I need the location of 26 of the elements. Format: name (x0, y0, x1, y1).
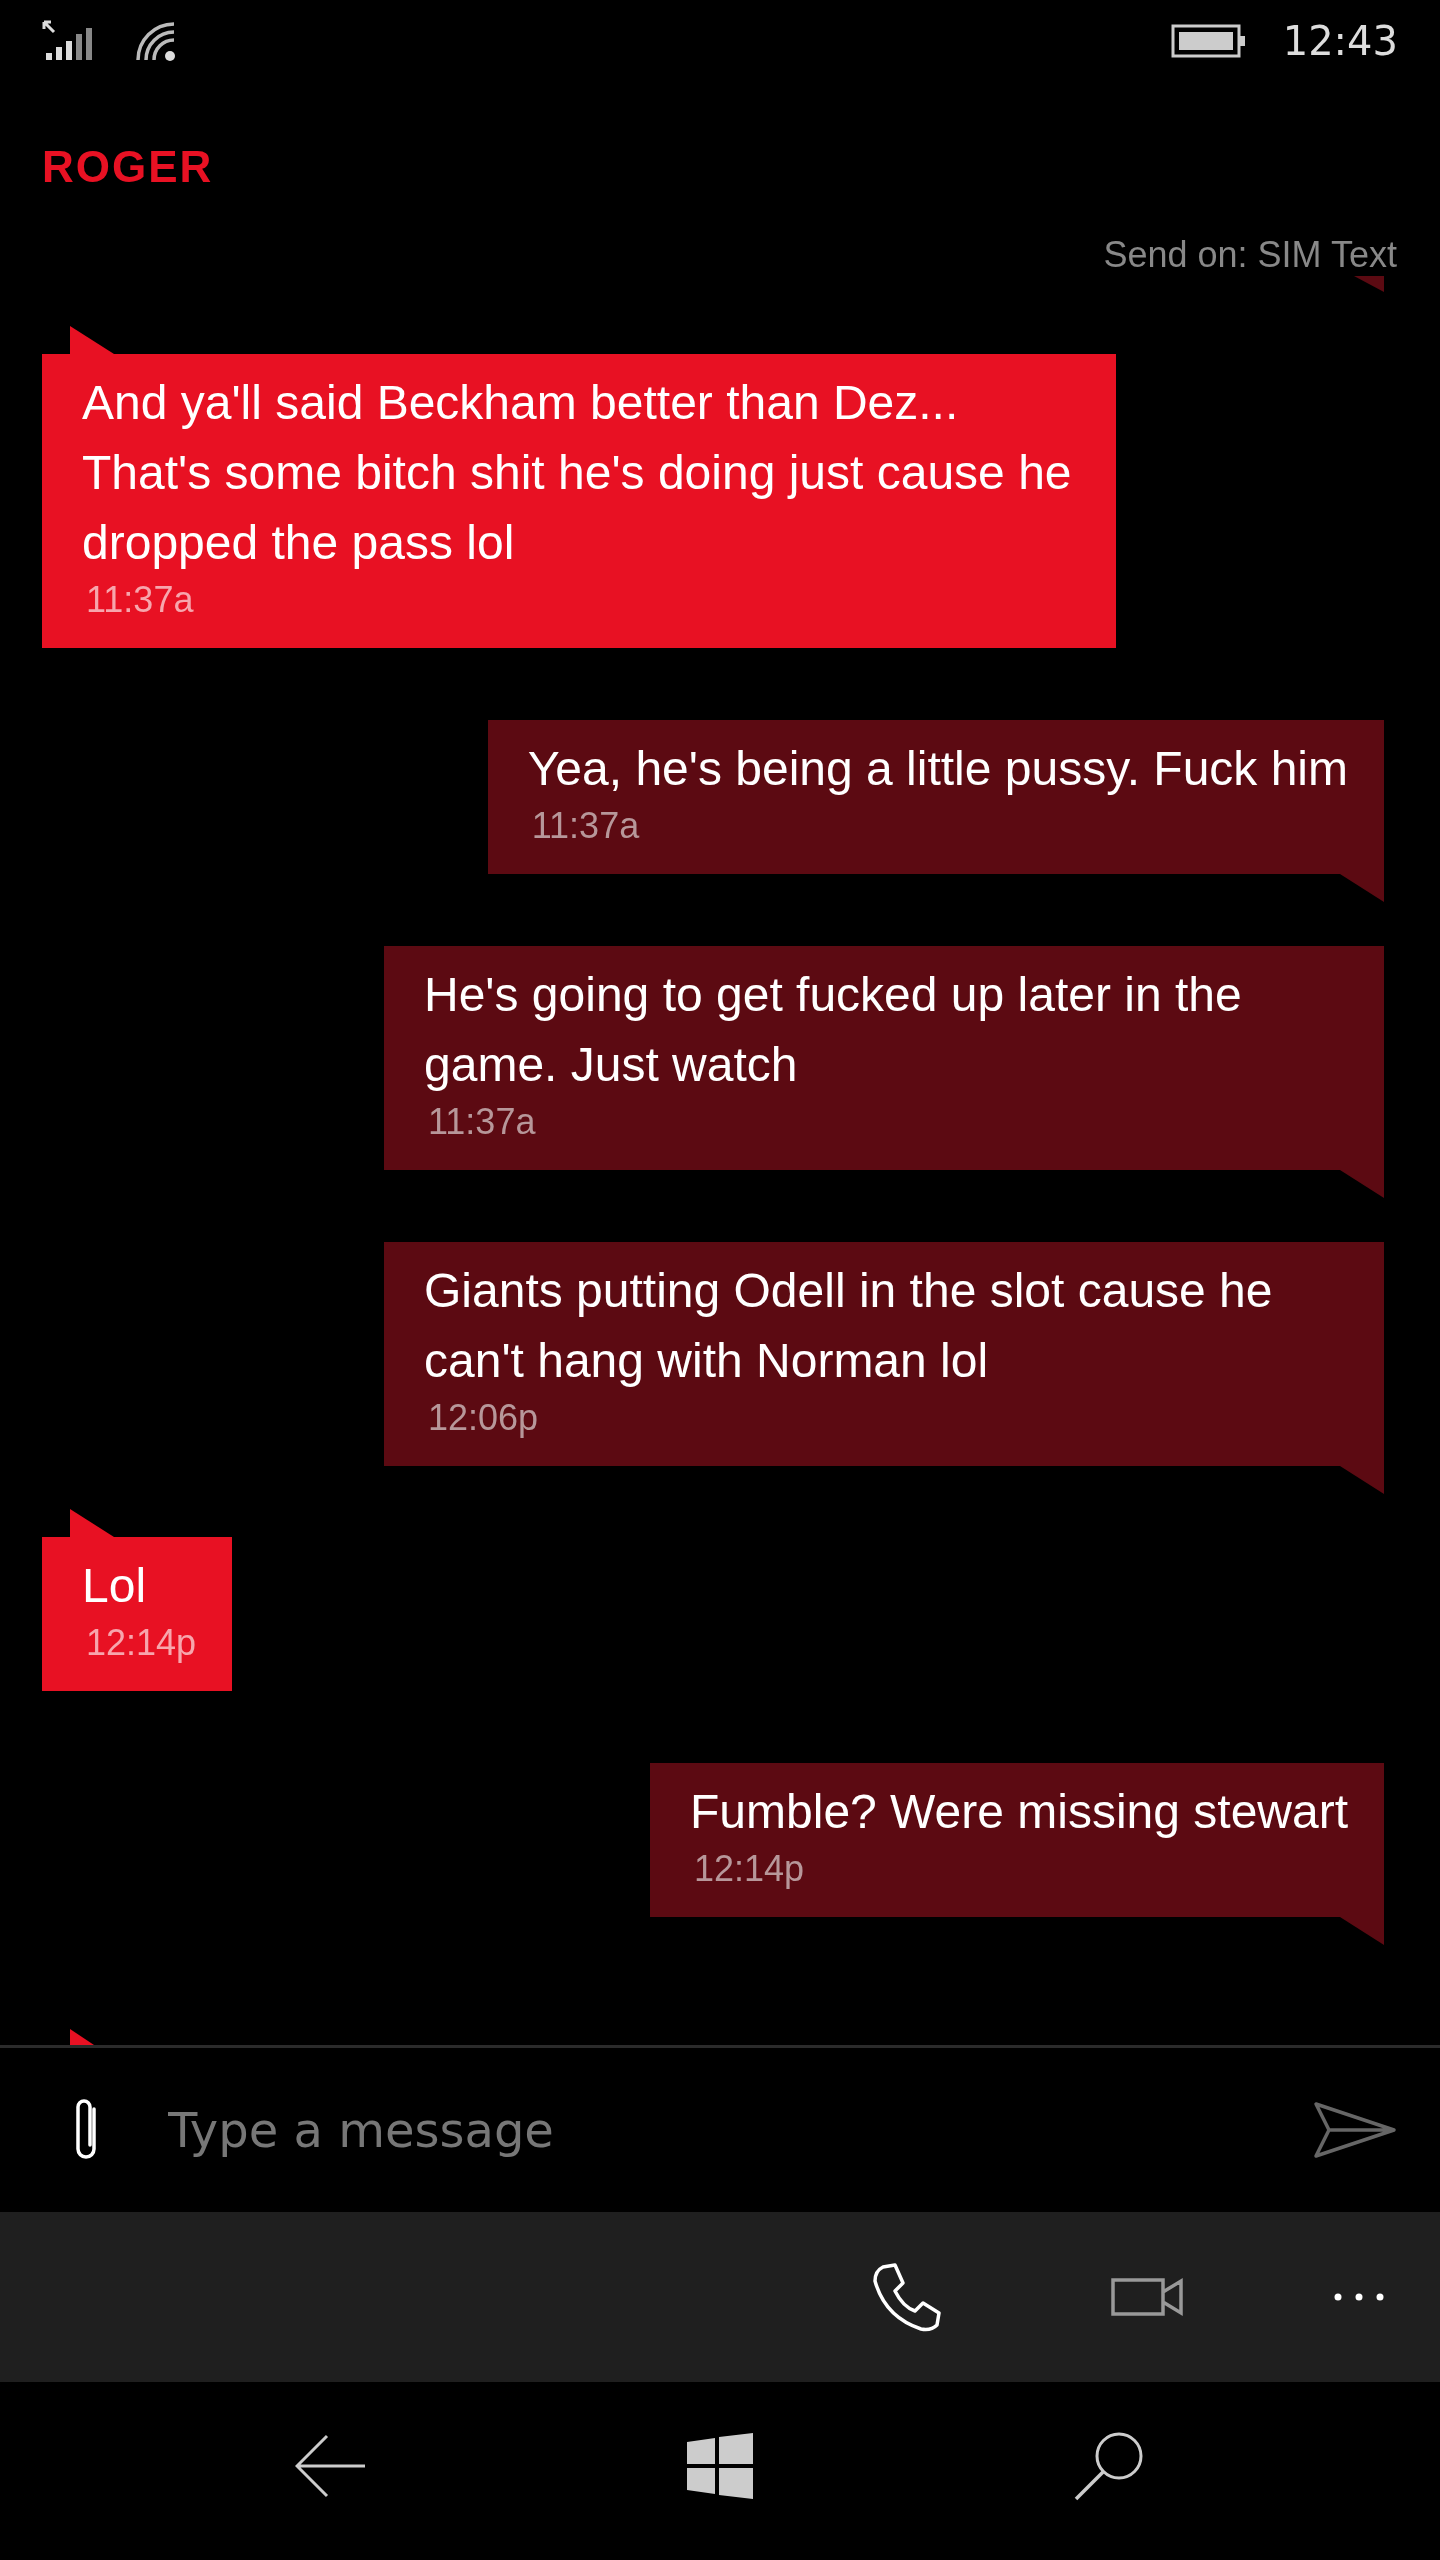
message-text: Fumble? Were missing stewart (690, 1784, 1348, 1840)
message-text: He's going to get fucked up later in the game. Just watch (424, 967, 1243, 1093)
windows-logo-icon[interactable] (687, 2433, 753, 2499)
message-time: 12:14p (86, 1621, 197, 1665)
message-text: Lol (82, 1558, 148, 1614)
message-time: 12:14p (694, 1847, 806, 1891)
send-icon[interactable] (1313, 2101, 1397, 2159)
message-time: 12:06p (428, 1396, 540, 1440)
message-text: Giants putting Odell in the slot cause he can't hang with Norman lol (424, 1263, 1274, 1389)
clock-time: 12:43 (1282, 18, 1398, 64)
bubble-tail (1354, 276, 1384, 292)
phone-icon[interactable] (871, 2261, 943, 2333)
send-on-selector[interactable]: Send on: SIM Text (1103, 234, 1397, 276)
message-text: And ya'll said Beckham better than Dez... That's some bitch shit he's doing just cause he dropped the pass lol (82, 375, 1073, 571)
message-input[interactable]: Type a message (168, 2102, 1249, 2158)
search-icon[interactable] (1073, 2430, 1145, 2502)
more-icon[interactable] (1333, 2292, 1385, 2302)
bubble-tail (70, 2029, 94, 2045)
video-camera-icon[interactable] (1111, 2277, 1183, 2317)
message-text: Yea, he's being a little pussy. Fuck him (527, 741, 1348, 797)
battery-icon (1170, 24, 1247, 58)
message-time: 11:37a (86, 578, 195, 622)
back-icon[interactable] (295, 2434, 367, 2498)
message-time: 11:37a (428, 1100, 537, 1144)
contact-name: ROGER (42, 142, 215, 192)
message-time: 11:37a (531, 804, 641, 848)
